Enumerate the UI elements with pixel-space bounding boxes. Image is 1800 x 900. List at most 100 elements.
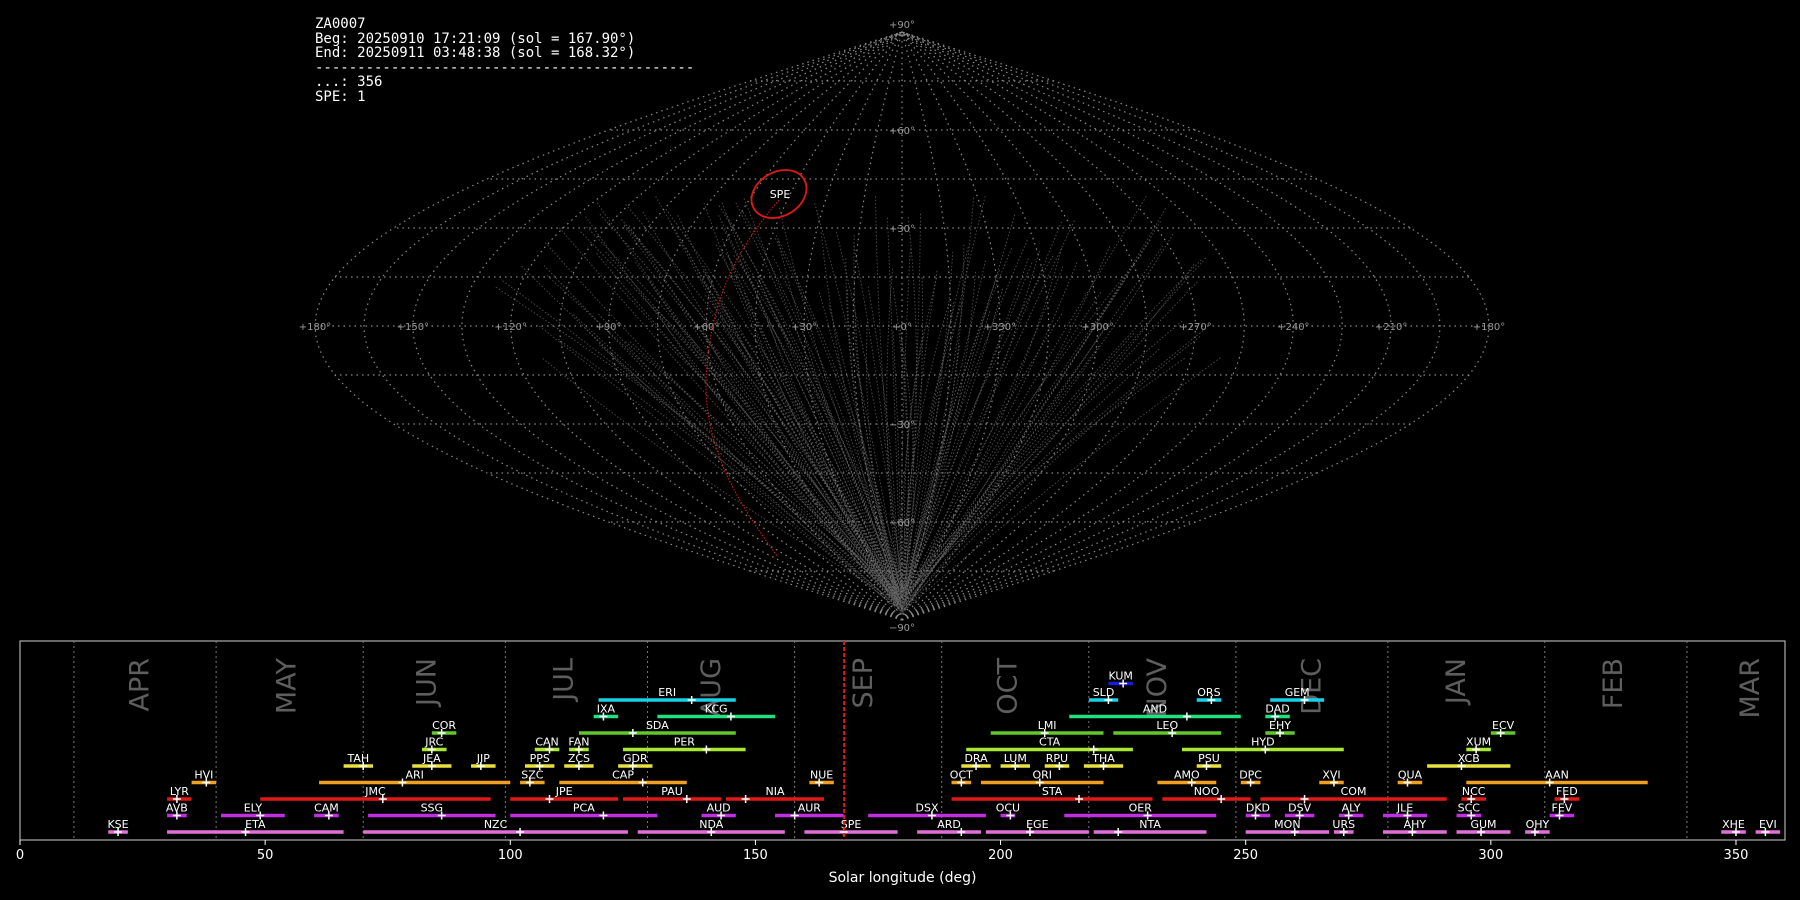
shower-label: THA bbox=[1091, 752, 1115, 765]
shower-label: SCC bbox=[1458, 802, 1481, 815]
lon-tick-label: +270° bbox=[1179, 322, 1211, 333]
shower-can: CAN bbox=[534, 736, 560, 754]
shower-label: AMO bbox=[1174, 769, 1200, 782]
shower-label: ORS bbox=[1197, 686, 1220, 699]
shower-label: PCA bbox=[573, 802, 595, 815]
shower-label: FED bbox=[1556, 785, 1578, 798]
shower-label: COR bbox=[432, 719, 456, 732]
shower-label: DAD bbox=[1265, 703, 1289, 716]
meteor-trail bbox=[685, 247, 900, 610]
shower-label: OHY bbox=[1526, 818, 1550, 831]
month-label: MAR bbox=[1735, 658, 1766, 719]
shower-label: CAP bbox=[612, 769, 634, 782]
shower-label: RPU bbox=[1046, 752, 1068, 765]
shower-label: NOO bbox=[1194, 785, 1220, 798]
lon-tick-label: +60° bbox=[693, 322, 719, 333]
shower-label: HVI bbox=[194, 769, 213, 782]
shower-ehy: EHY bbox=[1265, 719, 1295, 737]
shower-label: GDR bbox=[623, 752, 648, 765]
shower-label: EHY bbox=[1269, 719, 1291, 732]
meteor-trail bbox=[543, 265, 900, 609]
month-label: JAN bbox=[1441, 658, 1472, 706]
shower-xvi: XVI bbox=[1319, 769, 1344, 787]
shower-label: DKD bbox=[1246, 802, 1270, 815]
meteor-trail bbox=[899, 217, 918, 595]
shower-label: NZC bbox=[484, 818, 508, 831]
shower-label: GEM bbox=[1285, 686, 1310, 699]
shower-label: FEV bbox=[1552, 802, 1573, 815]
meteor-trail bbox=[539, 325, 900, 611]
shower-dsv: DSV bbox=[1284, 802, 1315, 820]
meteor-trail bbox=[902, 250, 1040, 612]
shower-hvi: HVI bbox=[191, 769, 217, 787]
shower-fed: FED bbox=[1554, 785, 1580, 803]
shower-label: PPS bbox=[530, 752, 550, 765]
shower-label: SZC bbox=[521, 769, 544, 782]
meteor-trail bbox=[521, 265, 899, 607]
shower-label: COM bbox=[1341, 785, 1367, 798]
shower-label: ZCS bbox=[568, 752, 590, 765]
shower-lyr: LYR bbox=[167, 785, 192, 803]
meteor-trail bbox=[721, 202, 900, 609]
spe-meteor-trail bbox=[705, 199, 780, 557]
shower-label: JEA bbox=[422, 752, 441, 765]
shower-label: MON bbox=[1274, 818, 1300, 831]
shower-label: LYR bbox=[170, 785, 189, 798]
meteor-trail bbox=[907, 196, 1147, 597]
x-tick-label: 100 bbox=[498, 848, 523, 863]
x-tick-label: 150 bbox=[743, 848, 768, 863]
shower-label: DPC bbox=[1239, 769, 1262, 782]
shower-label: CAN bbox=[535, 736, 558, 749]
shower-label: ETA bbox=[245, 818, 266, 831]
shower-label: OCT bbox=[950, 769, 973, 782]
shower-label: JIP bbox=[476, 752, 490, 765]
shower-label: URS bbox=[1332, 818, 1355, 831]
lat-tick-label: +30° bbox=[889, 224, 915, 235]
radiant-chart: +180° +150° +120° +90° +60° +30° +0° +330° +300°… bbox=[16, 20, 1786, 886]
shower-label: ELY bbox=[244, 802, 263, 815]
meteor-trail bbox=[722, 238, 902, 612]
shower-label: KUM bbox=[1108, 670, 1132, 683]
shower-label: ALY bbox=[1342, 802, 1361, 815]
shower-xum: XUM bbox=[1466, 736, 1491, 754]
shower-label: ARD bbox=[937, 818, 961, 831]
shower-label: NIA bbox=[766, 785, 785, 798]
shower-label: SLD bbox=[1093, 686, 1115, 699]
x-tick-label: 250 bbox=[1233, 848, 1258, 863]
shower-label: NUE bbox=[810, 769, 833, 782]
shower-label: XCB bbox=[1458, 752, 1480, 765]
shower-label: JLE bbox=[1396, 802, 1413, 815]
shower-label: DSX bbox=[916, 802, 939, 815]
shower-label: DSV bbox=[1288, 802, 1311, 815]
shower-label: JRC bbox=[424, 736, 443, 749]
x-tick-label: 300 bbox=[1478, 848, 1503, 863]
shower-label: DRA bbox=[964, 752, 988, 765]
shower-qua: QUA bbox=[1397, 769, 1423, 787]
shower-urs: URS bbox=[1332, 818, 1355, 836]
shower-label: FAN bbox=[568, 736, 589, 749]
shower-ncc: NCC bbox=[1461, 785, 1486, 803]
shower-label: JPE bbox=[555, 785, 573, 798]
shower-kse: KSE bbox=[107, 818, 129, 836]
shower-label: KSE bbox=[107, 818, 128, 831]
shower-label: LMI bbox=[1038, 719, 1057, 732]
shower-psu: PSU bbox=[1196, 752, 1222, 770]
shower-label: ERI bbox=[658, 686, 676, 699]
shower-label: AUD bbox=[707, 802, 731, 815]
meteor-trail bbox=[705, 295, 898, 589]
shower-label: NDA bbox=[699, 818, 724, 831]
x-tick-label: 200 bbox=[988, 848, 1013, 863]
shower-avb: AVB bbox=[166, 802, 188, 820]
shower-label: AVB bbox=[166, 802, 188, 815]
lon-tick-label: +150° bbox=[397, 322, 429, 333]
shower-label: TAH bbox=[346, 752, 369, 765]
meteor-trail bbox=[903, 262, 1033, 605]
x-tick-label: 350 bbox=[1724, 848, 1749, 863]
spe-radiant-label: SPE bbox=[770, 188, 791, 201]
shower-label: EGE bbox=[1026, 818, 1048, 831]
shower-scc: SCC bbox=[1456, 802, 1482, 820]
meteor-trails bbox=[495, 196, 1221, 614]
shower-label: IXA bbox=[597, 703, 616, 716]
lon-tick-label: +210° bbox=[1375, 322, 1407, 333]
lon-tick-label: +330° bbox=[984, 322, 1016, 333]
